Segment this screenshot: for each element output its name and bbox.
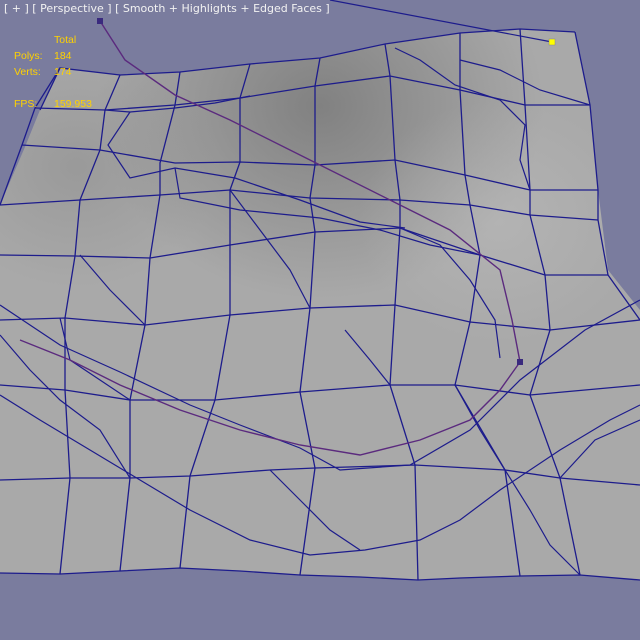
stats-polys-value: 184 — [54, 50, 72, 62]
selected-vertex[interactable] — [548, 38, 556, 46]
stats-total-label: Total — [54, 34, 77, 46]
stats-verts-label: Verts: — [14, 66, 41, 78]
mesh-wireframe[interactable] — [0, 0, 640, 640]
stats-polys-label: Polys: — [14, 50, 43, 62]
spline-vertex[interactable] — [97, 18, 103, 24]
stats-verts-value: 174 — [54, 66, 72, 78]
spline-vertex[interactable] — [517, 359, 523, 365]
viewport-label-menu[interactable]: [ + ] [ Perspective ] [ Smooth + Highlig… — [4, 2, 330, 15]
perspective-viewport[interactable]: [ + ] [ Perspective ] [ Smooth + Highlig… — [0, 0, 640, 640]
stats-fps-value: 159.953 — [54, 98, 92, 110]
stats-fps-label: FPS: — [14, 98, 38, 110]
mesh-highlight-right — [0, 29, 640, 580]
